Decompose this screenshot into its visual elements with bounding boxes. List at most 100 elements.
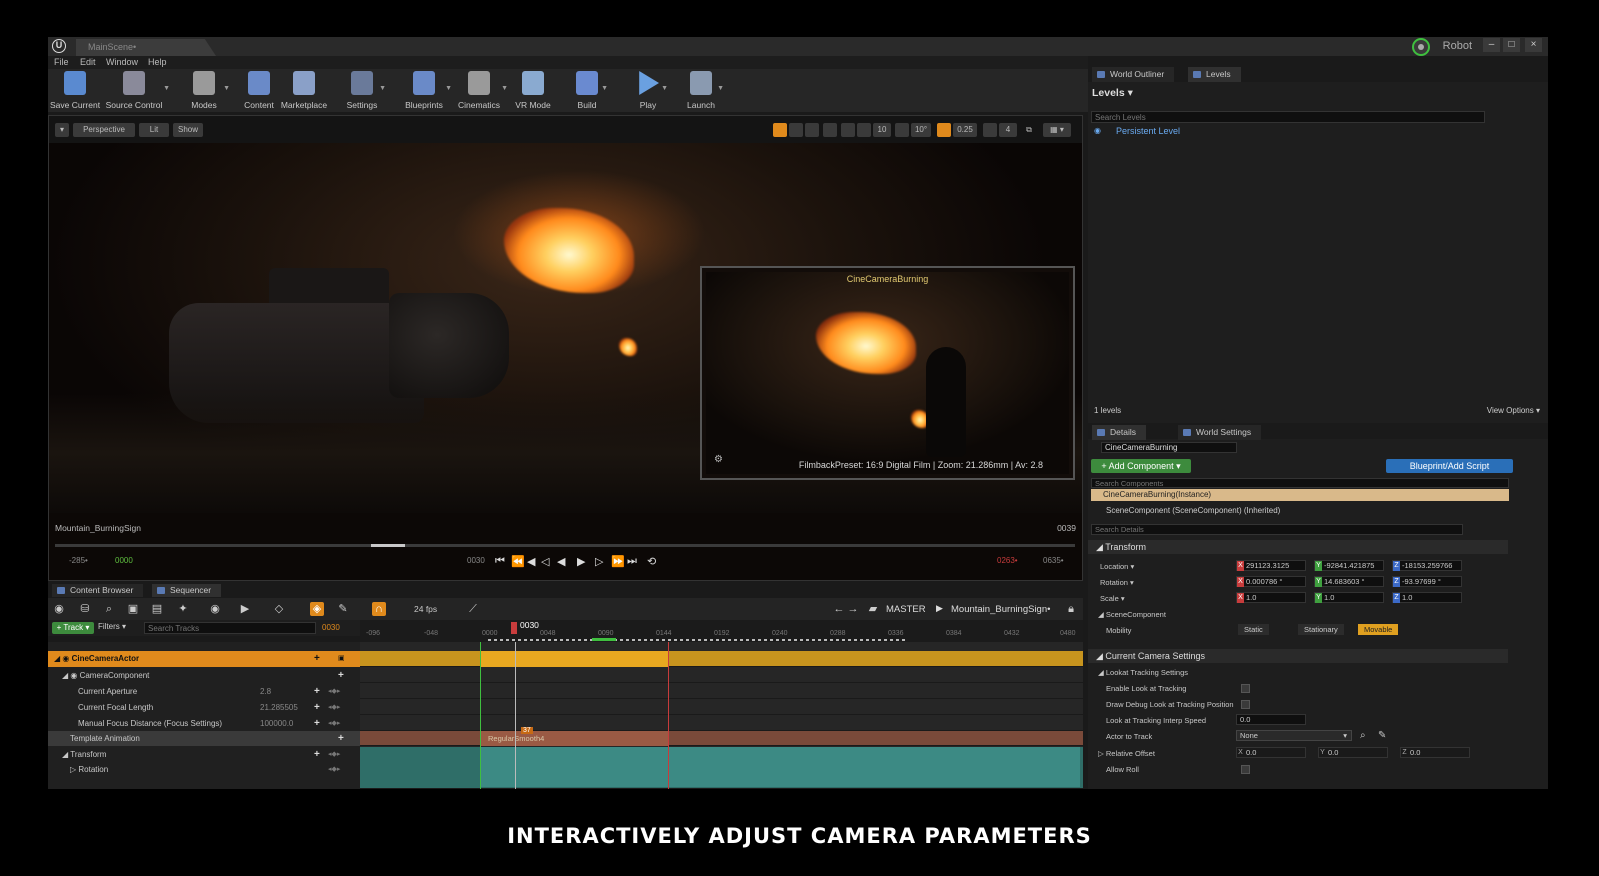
scale-z-field[interactable]: Z 1.0: [1392, 592, 1462, 603]
track-camera-component[interactable]: ◢ ◉ CameraComponent +: [48, 668, 360, 683]
play-options-icon[interactable]: ▶: [238, 602, 252, 616]
scale-snap-value[interactable]: 0.25: [953, 123, 977, 137]
settings-button[interactable]: Settings ▼: [344, 71, 386, 111]
sequencer-options-icon[interactable]: ◉: [52, 602, 66, 616]
key-nav-icon[interactable]: ◂◆▸: [328, 716, 340, 731]
add-key-icon[interactable]: +: [314, 716, 320, 731]
loop-icon[interactable]: ⟲: [647, 555, 656, 568]
save-sequence-icon[interactable]: ⛁: [78, 602, 92, 616]
add-component-button[interactable]: + Add Component ▾: [1091, 459, 1191, 473]
current-frame-field[interactable]: 0030: [322, 623, 340, 632]
chevron-down-icon[interactable]: ▼: [501, 85, 508, 92]
chevron-down-icon[interactable]: ▼: [445, 85, 452, 92]
modes-button[interactable]: Modes ▼: [184, 71, 230, 111]
track-current-focal-length[interactable]: Current Focal Length 21.285505 + ◂◆▸: [48, 700, 360, 715]
mobility-static[interactable]: Static: [1238, 624, 1269, 635]
offset-z-field[interactable]: Z 0.0: [1400, 747, 1470, 758]
jump-to-start-icon[interactable]: ⏮: [495, 555, 505, 568]
eye-icon[interactable]: ◉: [208, 602, 222, 616]
scale-x-field[interactable]: X 1.0: [1236, 592, 1306, 603]
tab-world-outliner[interactable]: World Outliner: [1092, 67, 1175, 82]
camera-settings-section-header[interactable]: ◢ Current Camera Settings: [1088, 649, 1508, 663]
level-viewport[interactable]: ▾ Perspective Lit Show 10 10° 0.25 4 ⧉ ▦…: [48, 115, 1083, 581]
add-key-icon[interactable]: +: [314, 747, 320, 762]
rotation-x-field[interactable]: X 0.000786 °: [1236, 576, 1306, 587]
move-tool-icon[interactable]: [773, 123, 787, 137]
auto-key-icon[interactable]: ◈: [310, 602, 324, 616]
curve-editor-icon[interactable]: ⟋: [466, 602, 480, 616]
pip-settings-icon[interactable]: ⚙: [714, 454, 723, 465]
key-nav-icon[interactable]: ◂◆▸: [328, 747, 340, 762]
search-components-input[interactable]: [1091, 478, 1509, 488]
show-button[interactable]: Show: [173, 123, 203, 137]
allow-roll-checkbox[interactable]: [1241, 765, 1250, 774]
picker-icon[interactable]: ✎: [1378, 730, 1386, 741]
step-forward-key-icon[interactable]: ⏩: [611, 555, 625, 568]
scale-tool-icon[interactable]: [805, 123, 819, 137]
mobility-movable[interactable]: Movable: [1358, 624, 1399, 635]
interp-speed-field[interactable]: 0.0: [1236, 714, 1306, 725]
location-z-field[interactable]: Z -18153.259766: [1392, 560, 1462, 571]
key-nav-icon[interactable]: ◂◆▸: [328, 700, 340, 715]
mobility-stationary[interactable]: Stationary: [1298, 624, 1344, 635]
timeline-ruler[interactable]: -096 -048 0000 0048 0090 0144 0192 0240 …: [360, 620, 1083, 642]
track-cine-camera-actor[interactable]: ◢ ◉ CineCameraActor + ▣: [48, 651, 360, 667]
add-icon[interactable]: +: [314, 651, 320, 666]
rotate-tool-icon[interactable]: [789, 123, 803, 137]
find-icon[interactable]: ⌕: [102, 602, 116, 616]
scene-component-item[interactable]: SceneComponent (SceneComponent) (Inherit…: [1106, 506, 1280, 515]
chevron-down-icon[interactable]: ▼: [223, 85, 230, 92]
viewport-layout-icon[interactable]: ▦ ▾: [1043, 123, 1071, 137]
add-key-icon[interactable]: +: [314, 684, 320, 699]
offset-y-field[interactable]: Y 0.0: [1318, 747, 1388, 758]
menu-file[interactable]: File: [54, 57, 69, 67]
actor-to-track-select[interactable]: None ▾: [1236, 730, 1352, 741]
blueprints-button[interactable]: Blueprints ▼: [402, 71, 452, 111]
rotation-snap-icon[interactable]: [895, 123, 909, 137]
track-value[interactable]: 100000.0: [260, 716, 293, 731]
tab-sequencer[interactable]: Sequencer: [152, 584, 222, 597]
save-current-button[interactable]: Save Current: [50, 71, 100, 111]
persistent-level-item[interactable]: Persistent Level: [1116, 126, 1180, 136]
rotation-snap-value[interactable]: 10°: [911, 123, 931, 137]
rotation-y-field[interactable]: Y 14.683603 °: [1314, 576, 1384, 587]
chevron-down-icon[interactable]: ▼: [601, 85, 608, 92]
menu-window[interactable]: Window: [106, 57, 138, 67]
cinematics-button[interactable]: Cinematics ▼: [456, 71, 508, 111]
fps-selector[interactable]: 24 fps: [414, 604, 437, 614]
transform-section-header[interactable]: ◢ Transform: [1088, 540, 1508, 554]
maximize-button[interactable]: □: [1503, 38, 1520, 52]
lane-actor-section[interactable]: [480, 651, 668, 667]
content-button[interactable]: Content: [242, 71, 276, 111]
levels-menu[interactable]: Levels ▾: [1092, 87, 1133, 99]
key-icon[interactable]: ◇: [272, 602, 286, 616]
tab-world-settings[interactable]: World Settings: [1178, 425, 1262, 440]
search-levels-input[interactable]: [1091, 111, 1485, 123]
view-options-button[interactable]: View Options ▾: [1487, 406, 1540, 415]
step-forward-icon[interactable]: ▷: [595, 555, 603, 568]
tab-details[interactable]: Details: [1092, 425, 1146, 440]
rotation-label[interactable]: Rotation ▾: [1100, 578, 1134, 587]
viewport-scrub-bar[interactable]: [55, 544, 1075, 547]
menu-edit[interactable]: Edit: [80, 57, 96, 67]
key-nav-icon[interactable]: ◂◆▸: [328, 762, 340, 777]
blueprint-add-script-button[interactable]: Blueprint/Add Script: [1386, 459, 1513, 473]
chevron-down-icon[interactable]: ▼: [163, 85, 170, 92]
camera-cut-icon[interactable]: ▤: [150, 602, 164, 616]
play-button[interactable]: Play ▼: [634, 71, 668, 111]
breadcrumb-master[interactable]: MASTER: [886, 604, 926, 615]
surface-snap-icon[interactable]: [841, 123, 855, 137]
rotation-z-field[interactable]: Z -93.97699 °: [1392, 576, 1462, 587]
add-icon[interactable]: +: [338, 731, 344, 746]
launch-button[interactable]: Launch ▼: [684, 71, 724, 111]
reverse-icon[interactable]: ◁: [541, 555, 549, 568]
grid-size-value[interactable]: 10: [873, 123, 891, 137]
folder-icon[interactable]: ▰: [866, 602, 880, 616]
lookat-header[interactable]: ◢ Lookat Tracking Settings: [1098, 668, 1188, 677]
source-control-button[interactable]: Source Control ▼: [104, 71, 170, 111]
location-x-field[interactable]: X 291123.3125: [1236, 560, 1306, 571]
vr-mode-button[interactable]: VR Mode: [514, 71, 552, 111]
build-button[interactable]: Build ▼: [572, 71, 608, 111]
scale-snap-icon[interactable]: [937, 123, 951, 137]
tab-content-browser[interactable]: Content Browser: [52, 584, 144, 597]
